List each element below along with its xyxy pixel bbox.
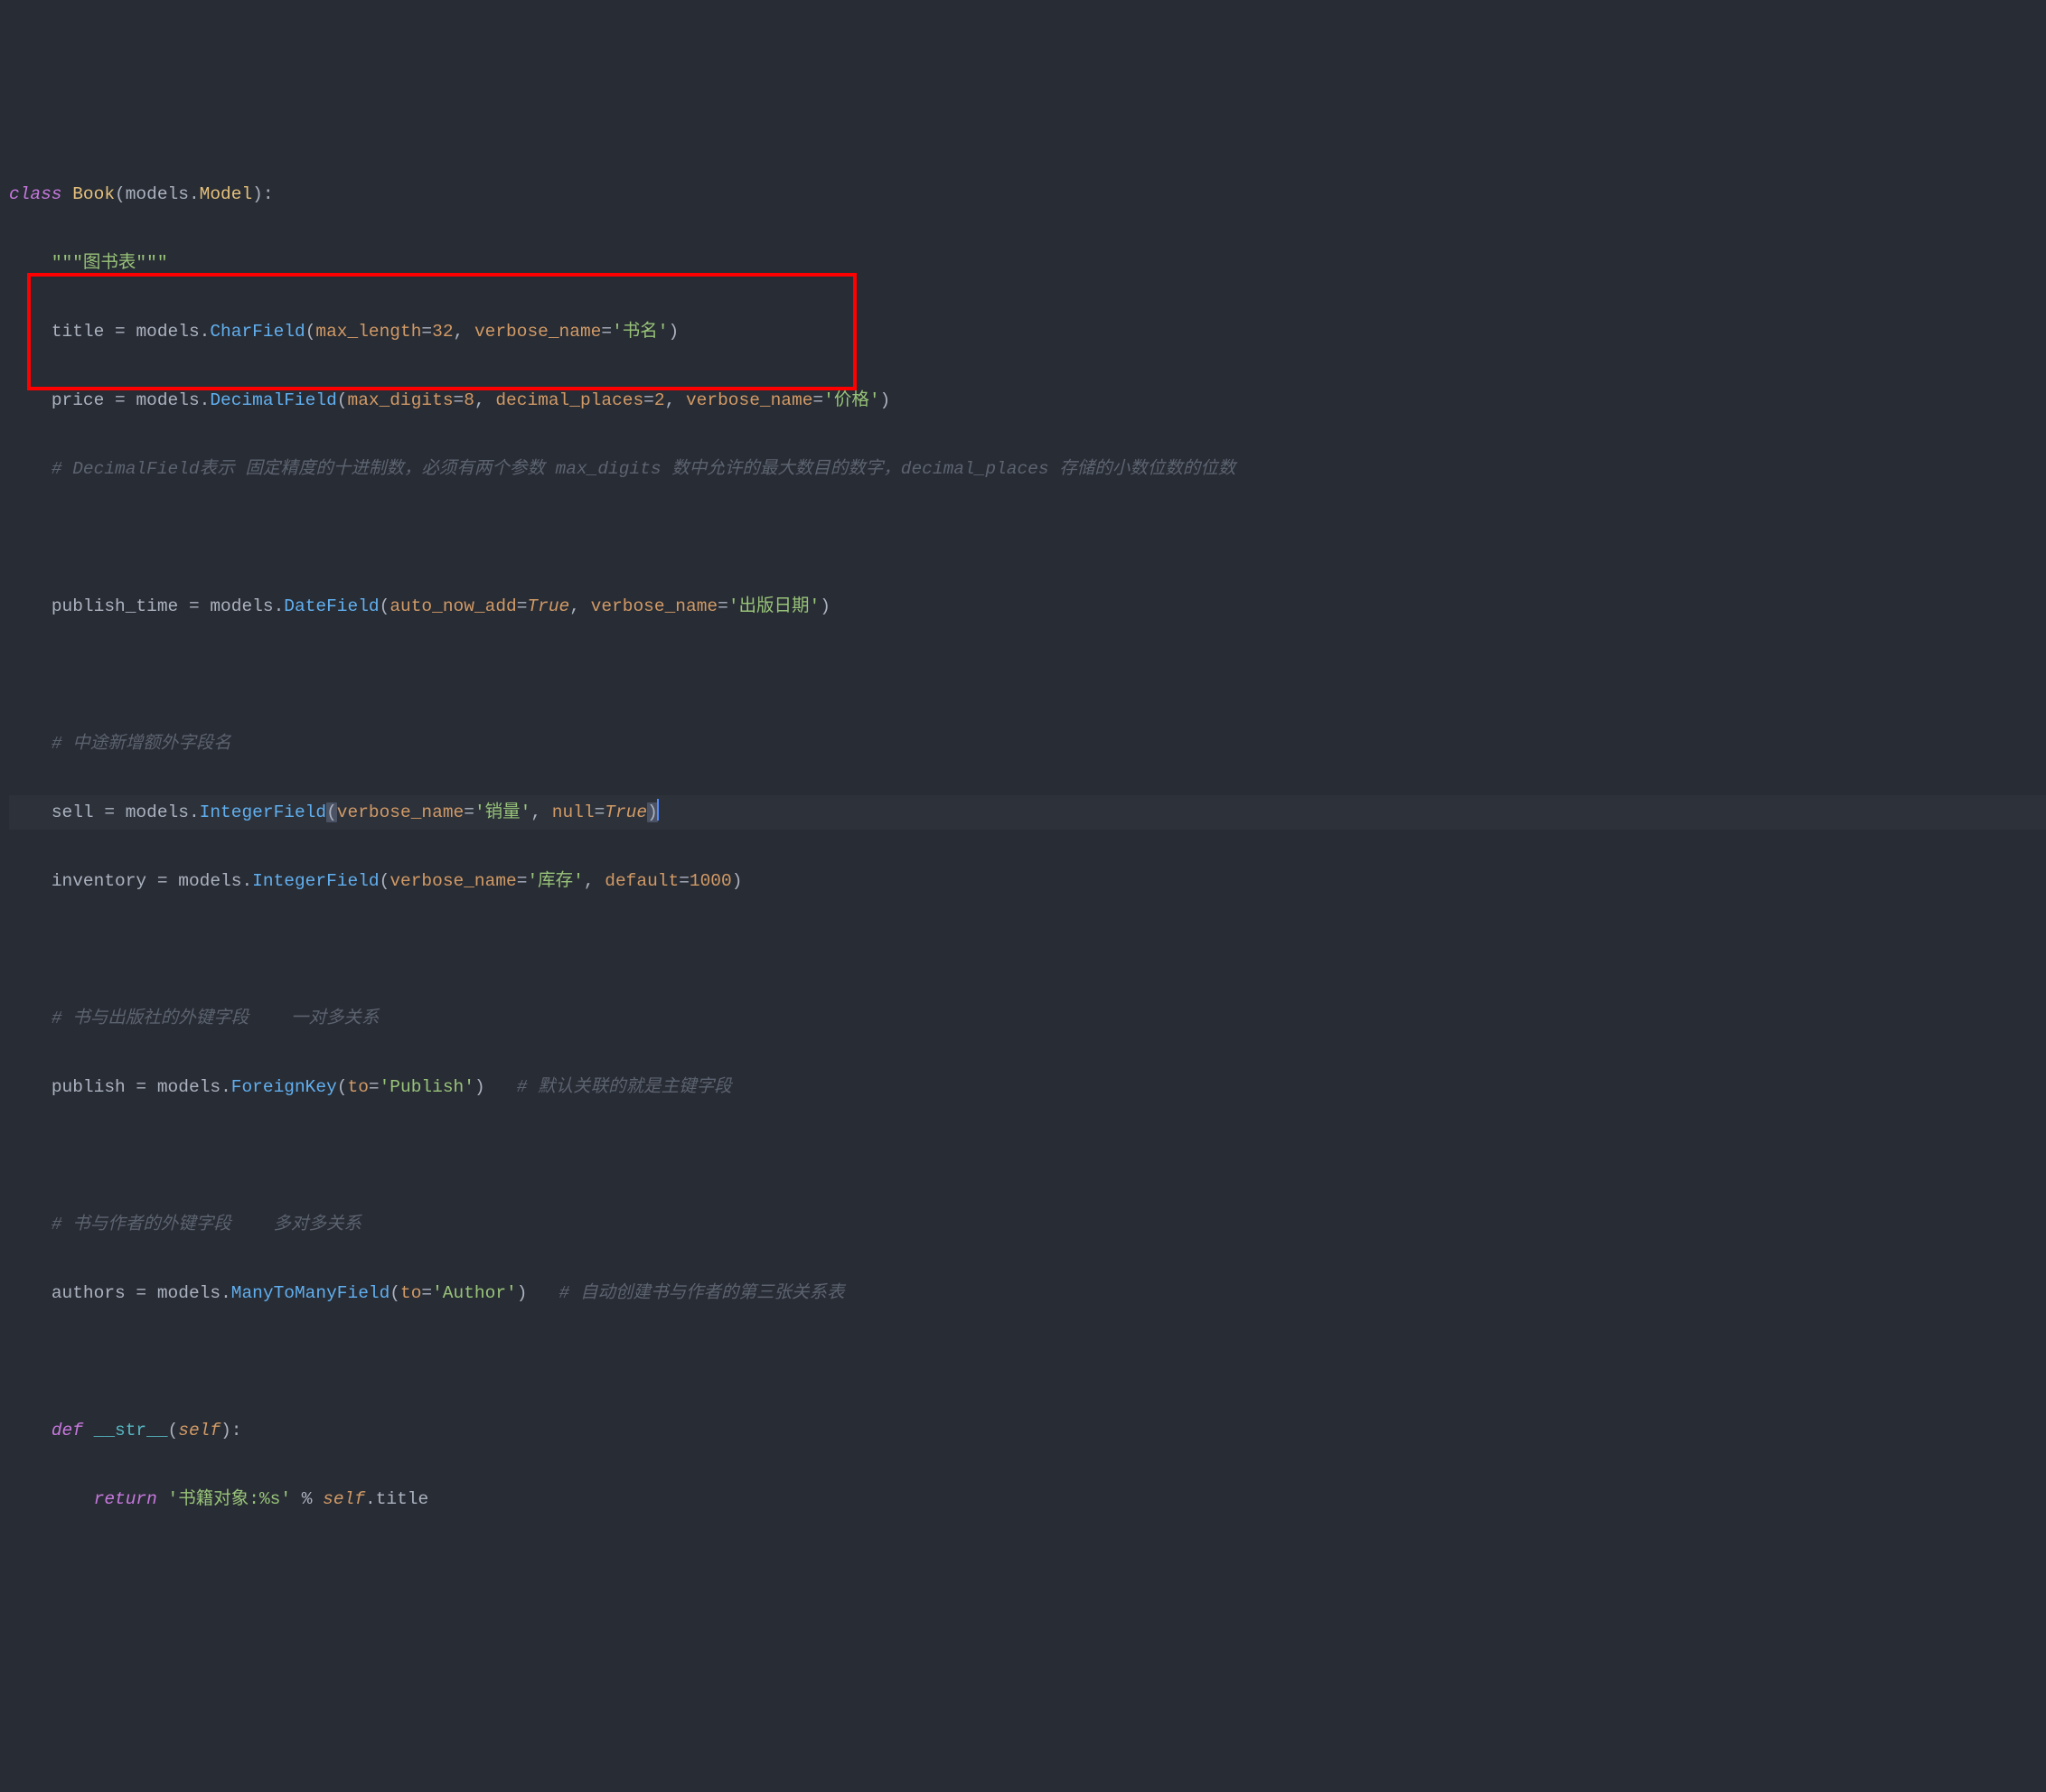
keyword-def: def	[52, 1421, 83, 1440]
code-editor[interactable]: class Book(models.Model): """图书表""" titl…	[0, 137, 2046, 1551]
code-line[interactable]: # 中途新增额外字段名	[9, 727, 2046, 761]
comment: # 书与作者的外键字段 多对多关系	[52, 1215, 361, 1234]
code-line-blank[interactable]	[9, 1345, 2046, 1379]
code-line[interactable]: def __str__(self):	[9, 1413, 2046, 1448]
code-line[interactable]: return '书籍对象:%s' % self.title	[9, 1482, 2046, 1516]
code-line-active[interactable]: sell = models.IntegerField(verbose_name=…	[9, 795, 2046, 830]
code-line-blank[interactable]	[9, 658, 2046, 692]
code-line-blank[interactable]	[9, 933, 2046, 967]
code-line[interactable]: inventory = models.IntegerField(verbose_…	[9, 864, 2046, 898]
keyword-class: class	[9, 184, 62, 204]
code-line[interactable]: title = models.CharField(max_length=32, …	[9, 314, 2046, 349]
keyword-return: return	[94, 1489, 157, 1509]
code-line[interactable]: # DecimalField表示 固定精度的十进制数，必须有两个参数 max_d…	[9, 452, 2046, 486]
code-line[interactable]: class Book(models.Model):	[9, 177, 2046, 211]
code-line[interactable]: authors = models.ManyToManyField(to='Aut…	[9, 1276, 2046, 1310]
docstring: """图书表"""	[52, 253, 168, 273]
comment: # 书与出版社的外键字段 一对多关系	[52, 1009, 380, 1028]
comment: # DecimalField表示 固定精度的十进制数，必须有两个参数 max_d…	[52, 459, 1235, 479]
class-name: Book	[72, 184, 115, 204]
comment: # 默认关联的就是主键字段	[517, 1077, 732, 1097]
code-line[interactable]: """图书表"""	[9, 246, 2046, 280]
code-line[interactable]: publish_time = models.DateField(auto_now…	[9, 589, 2046, 624]
text-cursor	[657, 799, 659, 821]
comment: # 自动创建书与作者的第三张关系表	[559, 1283, 845, 1303]
code-line[interactable]: # 书与作者的外键字段 多对多关系	[9, 1207, 2046, 1242]
matched-paren-open: (	[326, 802, 337, 822]
code-line[interactable]: # 书与出版社的外键字段 一对多关系	[9, 1001, 2046, 1036]
code-line-blank[interactable]	[9, 1139, 2046, 1173]
code-line[interactable]: publish = models.ForeignKey(to='Publish'…	[9, 1070, 2046, 1104]
code-line[interactable]: price = models.DecimalField(max_digits=8…	[9, 383, 2046, 418]
code-line-blank[interactable]	[9, 521, 2046, 555]
method-name: __str__	[94, 1421, 168, 1440]
comment: # 中途新增额外字段名	[52, 734, 231, 754]
